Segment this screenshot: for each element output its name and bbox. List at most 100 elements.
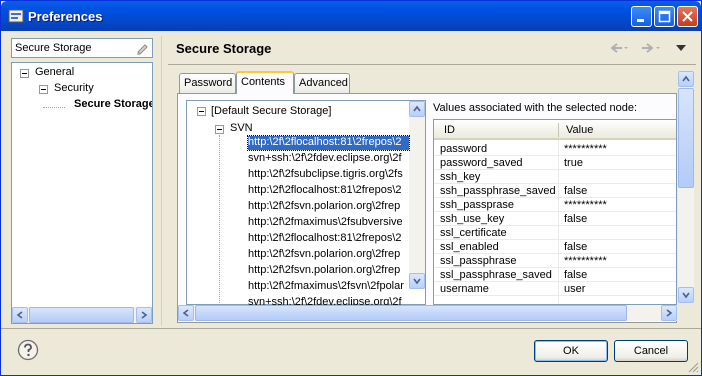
tree-item-svn-node[interactable]: http:\2f\2flocalhost:81\2frepos\2 (247, 135, 410, 151)
tree-item-svn[interactable]: SVN (230, 122, 253, 134)
tree-item-svn-node[interactable]: http:\2f\2fsvn.polarion.org\2frep (248, 200, 409, 214)
table-row[interactable]: ssl_passphrase ********** (434, 254, 676, 268)
filter-box[interactable] (11, 38, 153, 58)
resize-grip-icon[interactable] (687, 361, 699, 373)
forward-arrow-icon (642, 43, 660, 53)
clear-filter-icon[interactable] (135, 41, 149, 55)
row-id: password_saved (440, 157, 523, 169)
tree-item-svn-node[interactable]: svn+ssh:\2f\2fdev.eclipse.org\2f (248, 152, 409, 166)
row-id: ssl_enabled (440, 241, 499, 253)
page-title: Secure Storage (176, 41, 272, 56)
view-menu-button[interactable] (675, 43, 687, 56)
left-tree-hscroll-thumb[interactable] (29, 307, 134, 323)
row-value: false (564, 269, 588, 281)
tree-item-secure-storage[interactable]: Secure Storage (74, 98, 152, 110)
tab-advanced[interactable]: Advanced (294, 73, 350, 93)
row-value: user (564, 283, 586, 295)
panel-hscroll-thumb[interactable] (195, 305, 627, 321)
maximize-icon (658, 10, 671, 23)
tab-contents[interactable]: Contents (236, 71, 294, 94)
collapse-svn-icon[interactable] (215, 125, 224, 134)
row-value: ********** (564, 255, 607, 267)
tree-item-svn-node[interactable]: http:\2f\2fmaximus\2fsvn\2fpolar (248, 280, 409, 294)
page-vscroll-thumb[interactable] (678, 88, 694, 188)
tree-item-default-storage[interactable]: [Default Secure Storage] (211, 105, 331, 117)
tree-connector (43, 107, 65, 108)
collapse-security-icon[interactable] (39, 85, 48, 94)
table-row[interactable]: ssl_passphrase_saved false (434, 268, 676, 282)
preference-tree[interactable]: General Security Secure Storage (11, 62, 153, 324)
scroll-left-button[interactable] (12, 307, 28, 323)
tree-item-svn-node[interactable]: http:\2f\2flocalhost:81\2frepos\2 (248, 232, 409, 246)
table-row[interactable]: ssh_passphrase_saved false (434, 184, 676, 198)
row-value: false (564, 213, 588, 225)
table-row[interactable]: ssh_passprase ********** (434, 198, 676, 212)
forward-button[interactable] (638, 41, 662, 58)
tree-item-svn-node[interactable]: http:\2f\2fsvn.polarion.org\2frep (248, 248, 409, 262)
column-divider[interactable] (558, 123, 559, 137)
help-icon[interactable] (17, 339, 39, 361)
cancel-button[interactable]: Cancel (614, 340, 688, 362)
page-vscrollbar[interactable] (678, 71, 694, 303)
row-value: false (564, 185, 588, 197)
tab-password[interactable]: Password (179, 73, 236, 93)
row-id: ssh_passprase (440, 199, 514, 211)
title-bar[interactable]: Preferences (1, 1, 701, 31)
scroll-right-button[interactable] (136, 307, 152, 323)
panel-hscrollbar[interactable] (178, 305, 677, 321)
collapse-root-icon[interactable] (197, 107, 206, 116)
scroll-up-button[interactable] (409, 101, 425, 117)
row-value: true (564, 157, 583, 169)
arrow-up-icon (413, 105, 421, 112)
row-id: ssh_use_key (440, 213, 505, 225)
left-tree-hscrollbar[interactable] (12, 307, 152, 323)
header-separator (168, 64, 696, 65)
table-row[interactable]: username user (434, 282, 676, 296)
preferences-icon (8, 9, 24, 23)
tree-item-general[interactable]: General (35, 66, 74, 78)
scroll-up-button[interactable] (678, 71, 694, 87)
view-menu-icon (676, 45, 686, 51)
tree-item-svn-node[interactable]: http:\2f\2fsubclipse.tigris.org\2fs (248, 168, 409, 182)
arrow-right-icon (141, 311, 148, 319)
row-value: ********** (564, 143, 607, 155)
storage-tree-vscrollbar[interactable] (409, 101, 425, 289)
scroll-left-button[interactable] (178, 305, 194, 321)
tree-item-svn-node[interactable]: http:\2f\2flocalhost:81\2frepos\2 (248, 184, 409, 198)
row-id: ssh_passphrase_saved (440, 185, 556, 197)
tree-item-security[interactable]: Security (54, 82, 94, 94)
collapse-general-icon[interactable] (20, 69, 29, 78)
filter-input[interactable] (12, 39, 132, 57)
row-id: password (440, 143, 488, 155)
tree-item-svn-node[interactable]: http:\2f\2fsvn.polarion.org\2frep (248, 264, 409, 278)
scroll-down-button[interactable] (409, 273, 425, 289)
column-header-value[interactable]: Value (566, 124, 593, 136)
maximize-button[interactable] (654, 6, 675, 27)
minimize-button[interactable] (631, 6, 652, 27)
scroll-down-button[interactable] (678, 287, 694, 303)
table-row[interactable]: password_saved true (434, 156, 676, 170)
table-row[interactable]: ssh_use_key false (434, 212, 676, 226)
window-title: Preferences (28, 9, 103, 24)
back-arrow-icon (610, 43, 628, 53)
values-table[interactable]: ID Value password ********** password_sav… (433, 119, 677, 305)
tree-item-svn-node[interactable]: svn+ssh:\2f\2fdev.eclipse.org\2f (248, 296, 409, 305)
close-button[interactable] (677, 6, 698, 27)
row-value: ********** (564, 199, 607, 211)
row-value: false (564, 241, 588, 253)
scroll-right-button[interactable] (661, 305, 677, 321)
column-header-id[interactable]: ID (444, 124, 455, 136)
tree-guide-line (219, 135, 220, 304)
table-row[interactable]: ssl_enabled false (434, 240, 676, 254)
back-button[interactable] (604, 41, 628, 58)
ok-button[interactable]: OK (534, 340, 608, 362)
arrow-up-icon (682, 75, 690, 82)
arrow-left-icon (16, 311, 23, 319)
tree-item-svn-node[interactable]: http:\2f\2fmaximus\2fsubversive (248, 216, 409, 230)
arrow-down-icon (413, 278, 421, 285)
table-row[interactable]: ssh_key (434, 170, 676, 184)
pane-divider[interactable] (161, 36, 162, 326)
table-row[interactable]: password ********** (434, 142, 676, 156)
values-table-header: ID Value (434, 120, 676, 140)
table-row[interactable]: ssl_certificate (434, 226, 676, 240)
